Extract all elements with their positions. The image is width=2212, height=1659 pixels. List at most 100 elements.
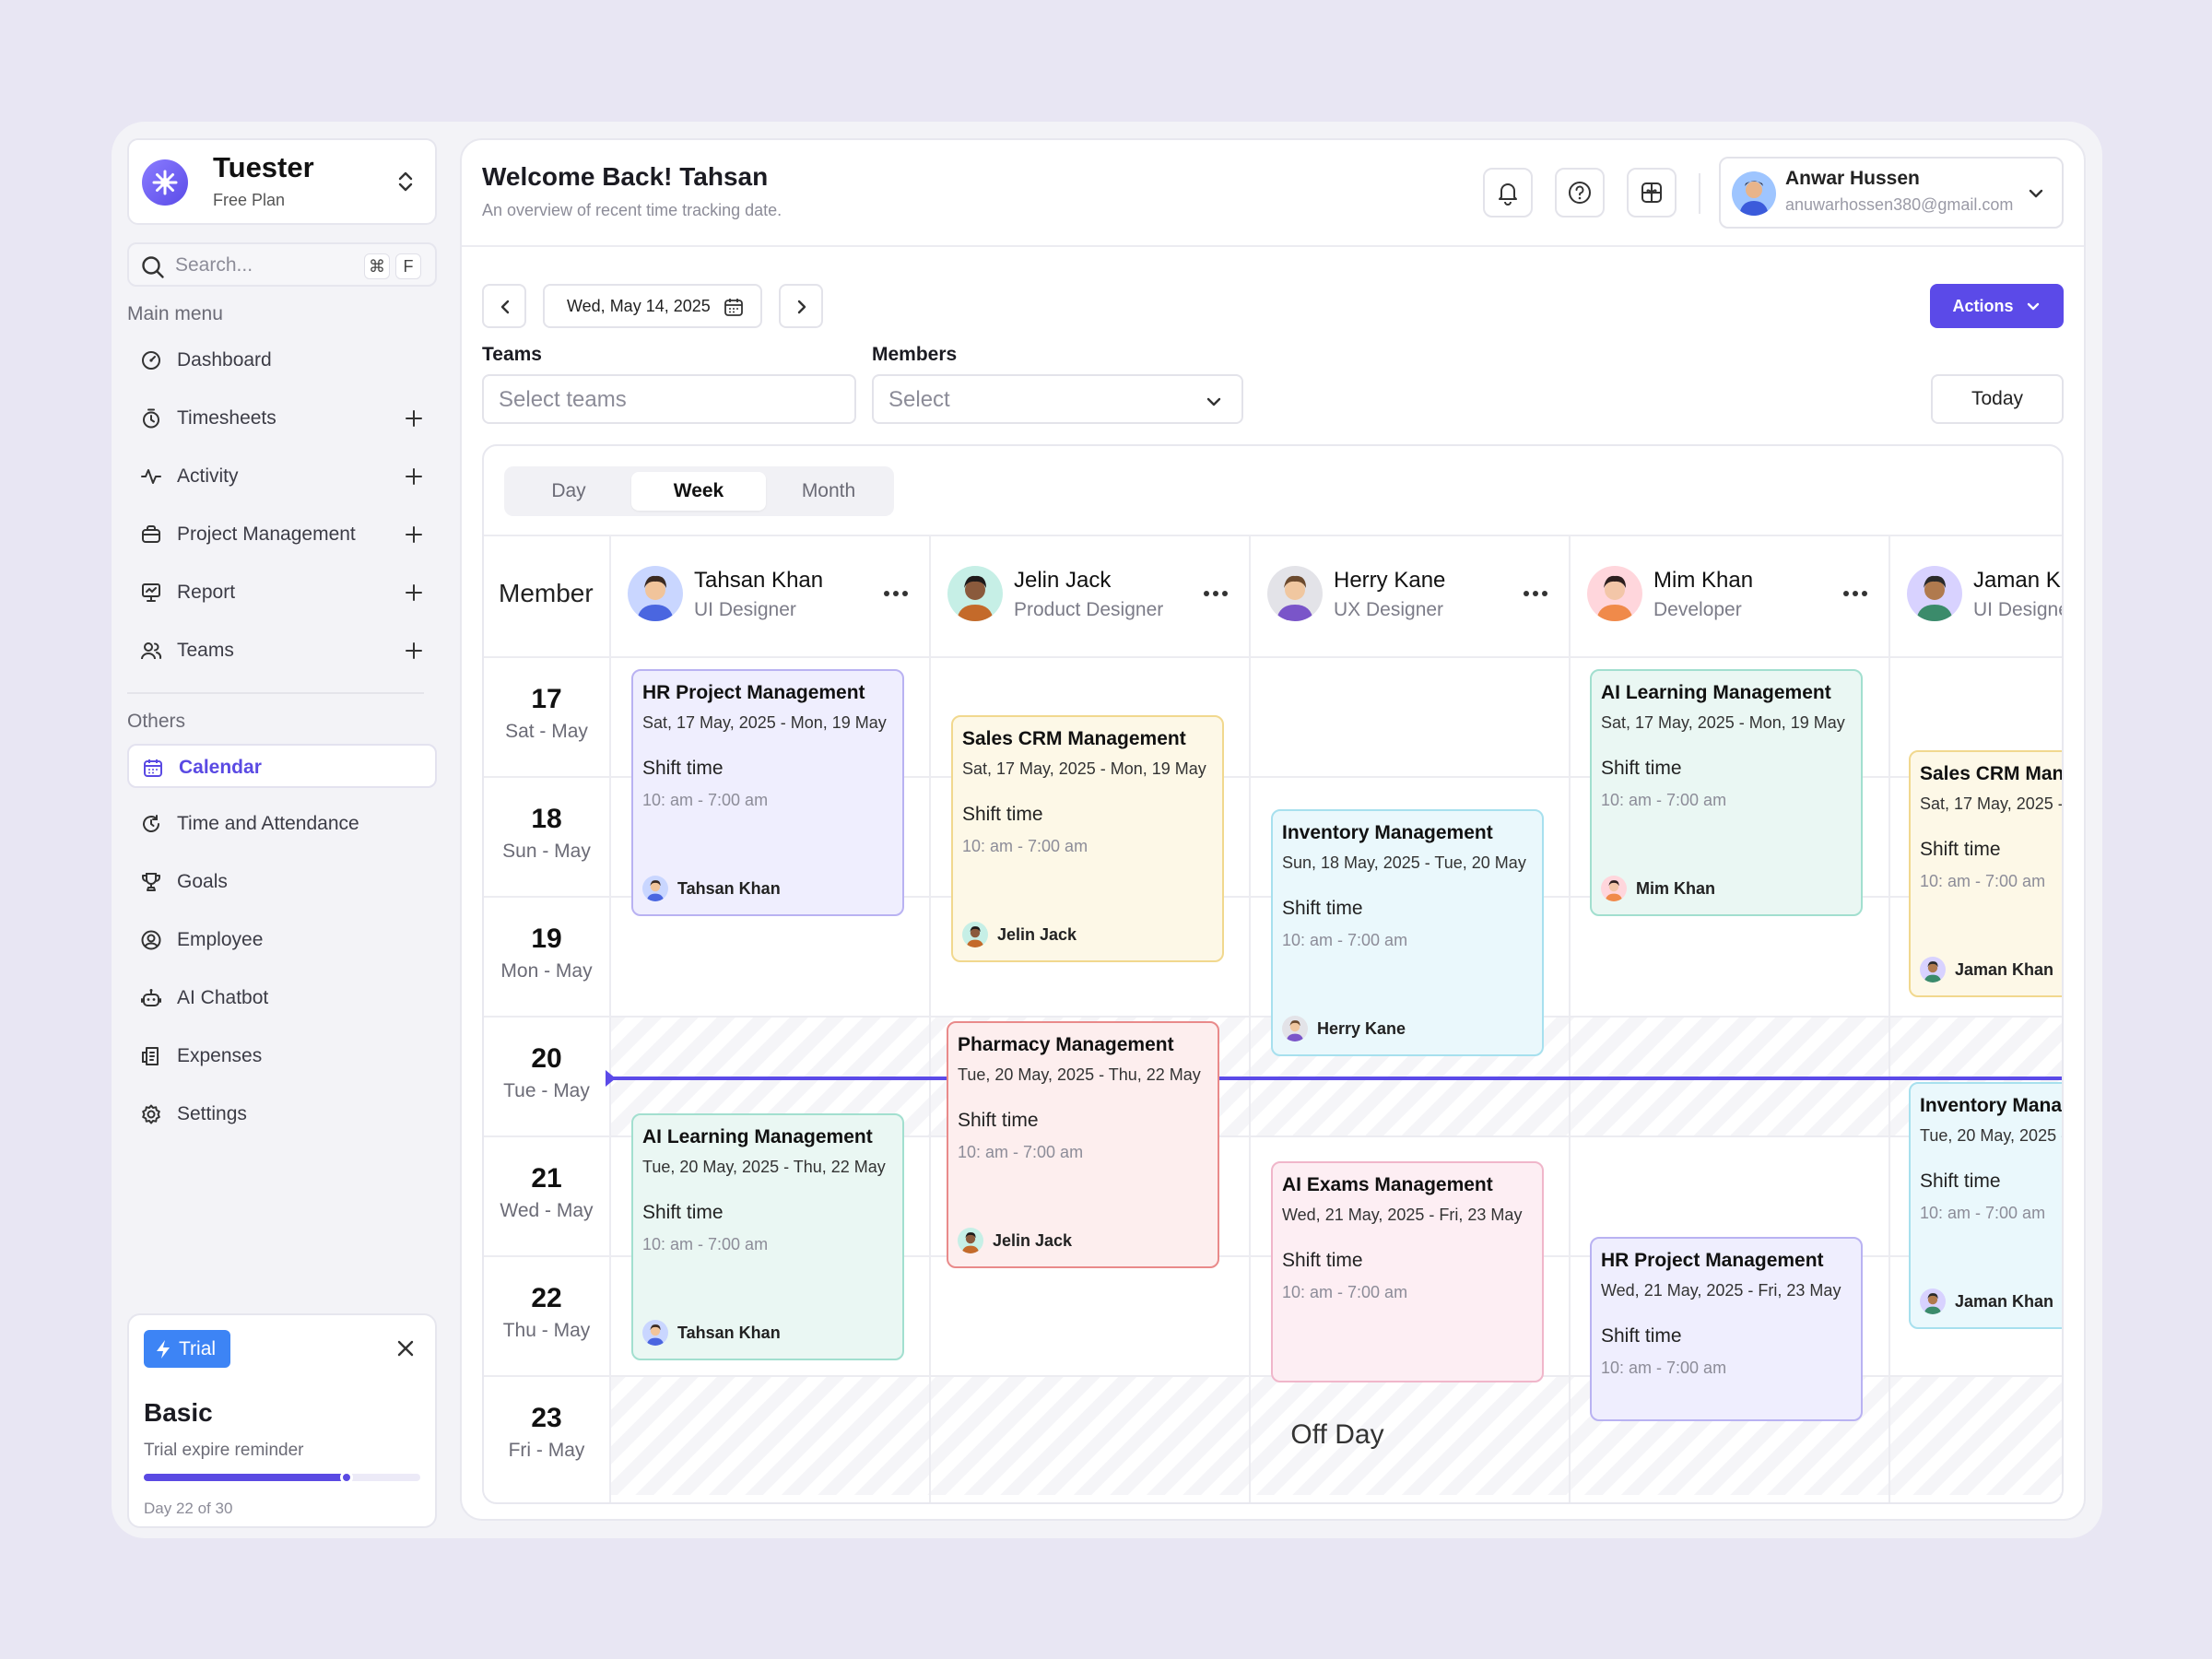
search-input[interactable]: Search... ⌘ F (127, 242, 437, 287)
event-assignee: Jelin Jack (962, 922, 1077, 947)
event-card[interactable]: Sales CRM Management Sat, 17 May, 2025 - … (1909, 750, 2062, 997)
teams-select[interactable]: Select teams (482, 374, 856, 424)
chevron-down-icon (2027, 302, 2039, 311)
help-icon (1569, 182, 1591, 204)
avatar (628, 566, 683, 621)
close-icon[interactable] (396, 1339, 415, 1358)
plus-icon[interactable] (404, 641, 424, 661)
sidebar-item-project-management[interactable]: Project Management (127, 512, 437, 557)
trial-plan-title: Basic (144, 1398, 213, 1427)
tab-month[interactable]: Month (770, 472, 888, 511)
more-options-icon[interactable] (1523, 590, 1548, 597)
more-options-icon[interactable] (1203, 590, 1229, 597)
plus-icon[interactable] (404, 582, 424, 603)
sidebar-item-calendar[interactable]: Calendar (127, 744, 437, 788)
today-button[interactable]: Today (1931, 374, 2064, 424)
sidebar-item-expenses[interactable]: Expenses (127, 1034, 437, 1078)
day-label: 21 Wed - May (484, 1163, 609, 1222)
event-card[interactable]: Sales CRM Management Sat, 17 May, 2025 - … (951, 715, 1224, 962)
tab-day[interactable]: Day (510, 472, 628, 511)
tab-week[interactable]: Week (631, 472, 766, 511)
event-card[interactable]: AI Exams Management Wed, 21 May, 2025 - F… (1271, 1161, 1544, 1382)
day-number: 18 (531, 804, 562, 834)
event-card[interactable]: Inventory Management Sun, 18 May, 2025 - … (1271, 809, 1544, 1056)
chevron-up-down-icon[interactable] (396, 170, 415, 194)
event-title: HR Project Management (1601, 1250, 1824, 1271)
sidebar-item-dashboard[interactable]: Dashboard (127, 338, 437, 382)
event-date-range: Wed, 21 May, 2025 - Fri, 23 May (1601, 1281, 1841, 1300)
date-picker[interactable]: Wed, May 14, 2025 (543, 284, 762, 328)
avatar (1601, 876, 1627, 901)
sidebar-item-settings[interactable]: Settings (127, 1092, 437, 1136)
clock-refresh-icon (140, 813, 162, 835)
sidebar-item-label: Report (177, 582, 236, 603)
sidebar-item-teams[interactable]: Teams (127, 629, 437, 673)
trophy-icon (140, 871, 162, 893)
sidebar-item-report[interactable]: Report (127, 571, 437, 615)
event-shift-time: 10: am - 7:00 am (642, 1235, 769, 1253)
event-shift-label: Shift time (958, 1110, 1039, 1131)
event-card[interactable]: Inventory Management Tue, 20 May, 2025 - … (1909, 1082, 2063, 1329)
gauge-icon (140, 349, 162, 371)
sidebar-item-employee[interactable]: Employee (127, 918, 437, 962)
event-card[interactable]: HR Project Management Wed, 21 May, 2025 -… (1590, 1237, 1863, 1421)
prev-week-button[interactable] (482, 284, 526, 328)
actions-button[interactable]: Actions (1930, 284, 2064, 328)
sidebar-item-label: AI Chatbot (177, 987, 269, 1008)
avatar (642, 1320, 668, 1346)
sidebar-item-label: Teams (177, 640, 234, 661)
sidebar-item-time-and-attendance[interactable]: Time and Attendance (127, 802, 437, 846)
sidebar-item-timesheets[interactable]: Timesheets (127, 396, 437, 441)
plus-icon[interactable] (404, 408, 424, 429)
more-options-icon[interactable] (883, 590, 909, 597)
avatar (1920, 957, 1946, 982)
event-assignee: Herry Kane (1282, 1016, 1406, 1041)
shortcut-key-f: F (395, 253, 421, 279)
event-card[interactable]: Pharmacy Management Tue, 20 May, 2025 - T… (947, 1021, 1219, 1268)
sidebar-item-goals[interactable]: Goals (127, 860, 437, 904)
event-card[interactable]: AI Learning Management Tue, 20 May, 2025 … (631, 1113, 904, 1360)
event-shift-label: Shift time (642, 758, 724, 779)
event-date-range: Sat, 17 May, 2025 - Mon, 19 May (1601, 713, 1845, 732)
notification-button[interactable] (1483, 168, 1533, 218)
plus-icon[interactable] (404, 466, 424, 487)
day-name: Thu - May (502, 1320, 591, 1341)
sidebar-item-label: Dashboard (177, 349, 272, 371)
users-icon (140, 640, 162, 662)
chevron-down-icon (2027, 184, 2045, 203)
event-shift-label: Shift time (1282, 898, 1363, 919)
trial-card: Trial Basic Trial expire reminder Day 22… (127, 1313, 437, 1528)
event-date-range: Sun, 18 May, 2025 - Tue, 20 May (1282, 853, 1526, 872)
trial-badge: Trial (144, 1330, 231, 1368)
day-number: 22 (531, 1283, 562, 1313)
gift-button[interactable] (1627, 168, 1677, 218)
main-panel: Welcome Back! Tahsan An overview of rece… (460, 138, 2086, 1521)
sidebar-item-ai-chatbot[interactable]: AI Chatbot (127, 976, 437, 1020)
sidebar-item-activity[interactable]: Activity (127, 454, 437, 499)
receipt-icon (140, 1045, 162, 1067)
event-assignee: Mim Khan (1601, 876, 1715, 901)
gear-icon (140, 1103, 162, 1125)
event-shift-time: 10: am - 7:00 am (642, 791, 769, 809)
day-label: 20 Tue - May (484, 1043, 609, 1102)
plus-icon[interactable] (404, 524, 424, 545)
event-title: Inventory Management (1282, 822, 1493, 843)
event-assignee-name: Tahsan Khan (677, 878, 781, 898)
help-button[interactable] (1555, 168, 1605, 218)
others-label: Others (127, 711, 186, 732)
member-column-header: Mim Khan Developer (1569, 535, 1888, 656)
event-card[interactable]: AI Learning Management Sat, 17 May, 2025 … (1590, 669, 1863, 916)
user-profile-menu[interactable]: Anwar Hussen anuwarhossen380@gmail.com (1719, 157, 2064, 229)
event-title: Inventory Management (1920, 1095, 2063, 1116)
members-select[interactable]: Select (872, 374, 1243, 424)
workspace-switcher[interactable]: Tuester Free Plan (127, 138, 437, 225)
calendar-icon (724, 299, 743, 316)
grid-line (929, 535, 931, 1502)
event-assignee-name: Jaman Khan (1955, 1291, 2054, 1311)
next-week-button[interactable] (779, 284, 823, 328)
event-date-range: Wed, 21 May, 2025 - Fri, 23 May (1282, 1206, 1523, 1224)
event-card[interactable]: HR Project Management Sat, 17 May, 2025 -… (631, 669, 904, 916)
event-title: HR Project Management (642, 682, 865, 703)
member-role: Product Designer (1014, 599, 1164, 620)
more-options-icon[interactable] (1842, 590, 1868, 597)
